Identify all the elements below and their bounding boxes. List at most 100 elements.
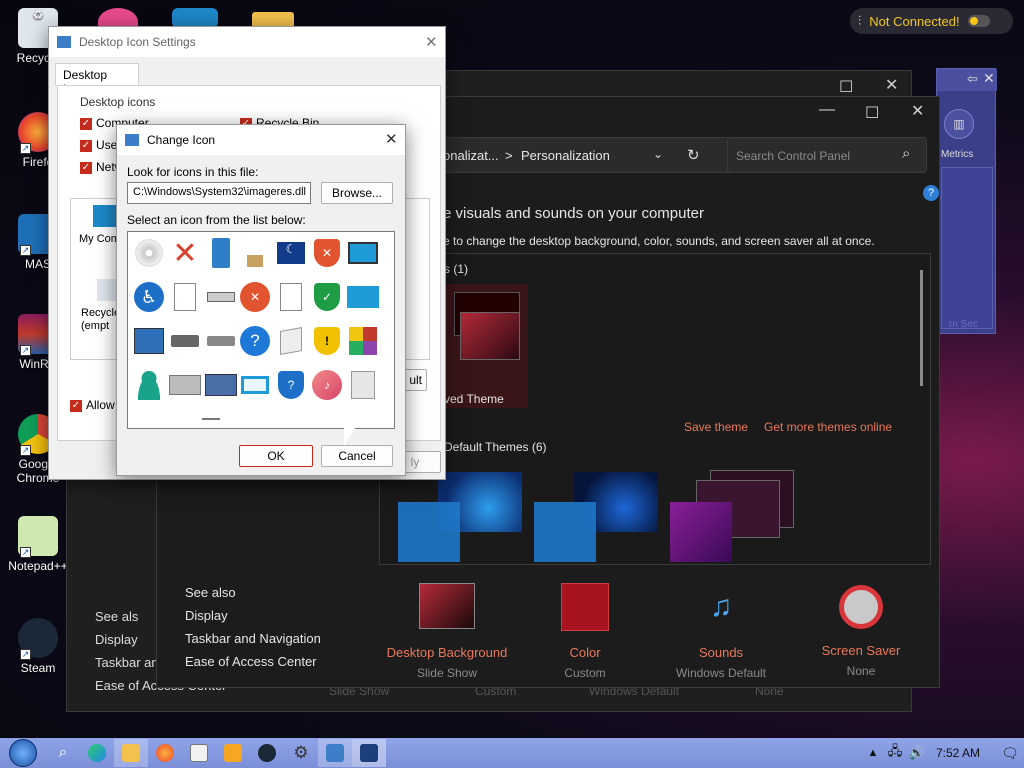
steam-desktop-icon[interactable]: ↗ Steam: [2, 618, 74, 675]
breadcrumb-previous[interactable]: onalizat...: [443, 148, 499, 163]
scanner-icon[interactable]: [204, 324, 238, 358]
search-icon[interactable]: ⌕: [902, 145, 910, 162]
blue-shield-question-icon[interactable]: ?: [274, 368, 308, 402]
sleep-monitor-icon[interactable]: ☾: [274, 236, 308, 270]
desktop-background-option[interactable]: Desktop Background Slide Show: [385, 583, 509, 680]
help-question-icon[interactable]: ?: [238, 324, 272, 358]
taskbar-navigation-link[interactable]: Taskbar and Navigation: [185, 631, 321, 646]
projector-screen-icon[interactable]: [274, 324, 308, 358]
close-icon[interactable]: ✕: [385, 130, 398, 148]
close-icon[interactable]: ✕: [425, 33, 438, 51]
red-x-icon[interactable]: ✕: [168, 236, 202, 270]
color-option[interactable]: Color Custom: [529, 583, 641, 680]
desktop-background-icon: [419, 583, 475, 629]
browse-button[interactable]: Browse...: [321, 182, 393, 204]
desktop-background-value: Slide Show: [416, 666, 478, 680]
file-path-input[interactable]: C:\Windows\System32\imageres.dll: [127, 182, 311, 204]
saved-theme-tile[interactable]: [444, 284, 528, 408]
vpn-toggle[interactable]: [967, 15, 990, 27]
camera-desktop-icon[interactable]: [172, 8, 218, 28]
sounds-option[interactable]: ♫ Sounds Windows Default: [665, 583, 777, 680]
panel-blue-icon[interactable]: [204, 368, 238, 402]
tablet-icon[interactable]: [238, 368, 272, 402]
yellow-shield-warning-icon[interactable]: !: [310, 324, 344, 358]
store-icon[interactable]: [182, 739, 216, 767]
orange-app-icon[interactable]: [216, 739, 250, 767]
search-box[interactable]: Search Control Panel ⌕: [727, 137, 927, 173]
network-icon[interactable]: 🖧: [884, 739, 906, 767]
firefox-taskbar-icon[interactable]: [148, 739, 182, 767]
default-themes-label: Default Themes (6): [444, 440, 547, 454]
search-icon[interactable]: ⌕: [46, 739, 80, 767]
edge-icon[interactable]: [80, 739, 114, 767]
close-icon[interactable]: ✕: [911, 101, 924, 121]
chevron-up-icon[interactable]: ▲: [862, 739, 884, 767]
sounds-icon: ♫: [709, 590, 733, 623]
ease-of-access-link[interactable]: Ease of Access Center: [185, 654, 317, 669]
steam-taskbar-icon[interactable]: [250, 739, 284, 767]
cd-disc-icon[interactable]: [132, 236, 166, 270]
maximize-icon[interactable]: ☐: [839, 77, 853, 97]
close-icon[interactable]: ✕: [885, 75, 898, 95]
help-icon[interactable]: ?: [923, 185, 939, 201]
partial-gear-icon[interactable]: ⚙: [382, 280, 395, 314]
document-lines-icon[interactable]: [346, 368, 380, 402]
back-arrow-icon[interactable]: ⇦: [967, 71, 978, 87]
personalization-taskbar-icon[interactable]: [352, 739, 386, 767]
save-theme-link[interactable]: Save theme: [684, 420, 748, 434]
theme-tile-windows[interactable]: [398, 472, 522, 564]
blank-document-icon[interactable]: [274, 280, 308, 314]
horizontal-scrollbar[interactable]: [202, 418, 220, 420]
blue-panel-icon[interactable]: [346, 280, 380, 314]
drive-icon[interactable]: [168, 324, 202, 358]
recycle-bin-icon[interactable]: [97, 279, 117, 301]
partial-doc-icon[interactable]: [382, 368, 394, 402]
colorful-box-icon[interactable]: [346, 324, 380, 358]
box-icon[interactable]: [238, 244, 272, 278]
green-shield-check-icon[interactable]: ✓: [310, 280, 344, 314]
settings-icon[interactable]: ⚙: [284, 739, 318, 767]
maximize-icon[interactable]: ☐: [865, 103, 879, 123]
network-adapter-icon[interactable]: [204, 280, 238, 314]
display-link[interactable]: Display: [185, 608, 228, 623]
vpn-status-widget[interactable]: ⫶ Not Connected!: [850, 8, 1013, 34]
notification-icon[interactable]: 🗨: [996, 739, 1024, 767]
ok-button[interactable]: OK: [239, 445, 313, 467]
close-icon[interactable]: ✕: [983, 70, 995, 87]
clock-time[interactable]: 7:52 AM: [936, 746, 980, 760]
document-text-icon[interactable]: [168, 280, 202, 314]
refresh-icon[interactable]: ↻: [687, 146, 700, 164]
see-also-label: See also: [185, 585, 236, 600]
device-icon[interactable]: [204, 236, 238, 270]
file-explorer-icon[interactable]: [114, 739, 148, 767]
start-button[interactable]: [0, 739, 46, 767]
allow-themes-checkbox[interactable]: ✓ Allow t: [70, 398, 121, 412]
scrollbar[interactable]: [920, 270, 923, 386]
theme-tile-windows-dark[interactable]: [534, 472, 658, 564]
control-panel-taskbar-icon[interactable]: [318, 739, 352, 767]
partial-folder-icon[interactable]: [382, 324, 394, 358]
red-circle-x-icon[interactable]: ✕: [238, 280, 272, 314]
notepadpp-desktop-icon[interactable]: ↗ Notepad++: [2, 516, 74, 573]
window-disc-icon[interactable]: [132, 324, 166, 358]
user-icon[interactable]: [132, 368, 166, 402]
partial-icon[interactable]: [382, 236, 394, 270]
red-shield-x-icon[interactable]: ✕: [310, 236, 344, 270]
accessibility-icon[interactable]: ♿: [132, 280, 166, 314]
icon-grid[interactable]: ✕ ☾ ✕ ♿ ✕ ✓ ⚙ ? ! ? ♪: [127, 231, 395, 429]
metrics-icon[interactable]: ▥: [944, 109, 974, 139]
cancel-button[interactable]: Cancel: [321, 445, 393, 467]
chevron-down-icon[interactable]: ⌄: [653, 147, 663, 161]
volume-icon[interactable]: 🔊: [906, 739, 928, 767]
screen-saver-option[interactable]: Screen Saver None: [805, 583, 917, 679]
more-themes-link[interactable]: Get more themes online: [764, 420, 892, 434]
panel-grey-icon[interactable]: [168, 368, 202, 402]
monitor-icon[interactable]: [346, 236, 380, 270]
taskbar: ⌕ ⚙ ▲ 🖧 🔊 7:52 AM 🗨: [0, 738, 1024, 768]
music-icon[interactable]: ♪: [310, 368, 344, 402]
breadcrumb-current[interactable]: Personalization: [521, 148, 610, 163]
theme-tile-glow[interactable]: [670, 470, 800, 564]
tab-desktop-icons[interactable]: Desktop Icons: [55, 63, 139, 96]
display-link[interactable]: Display: [95, 632, 138, 647]
minimize-icon[interactable]: —: [819, 101, 835, 119]
